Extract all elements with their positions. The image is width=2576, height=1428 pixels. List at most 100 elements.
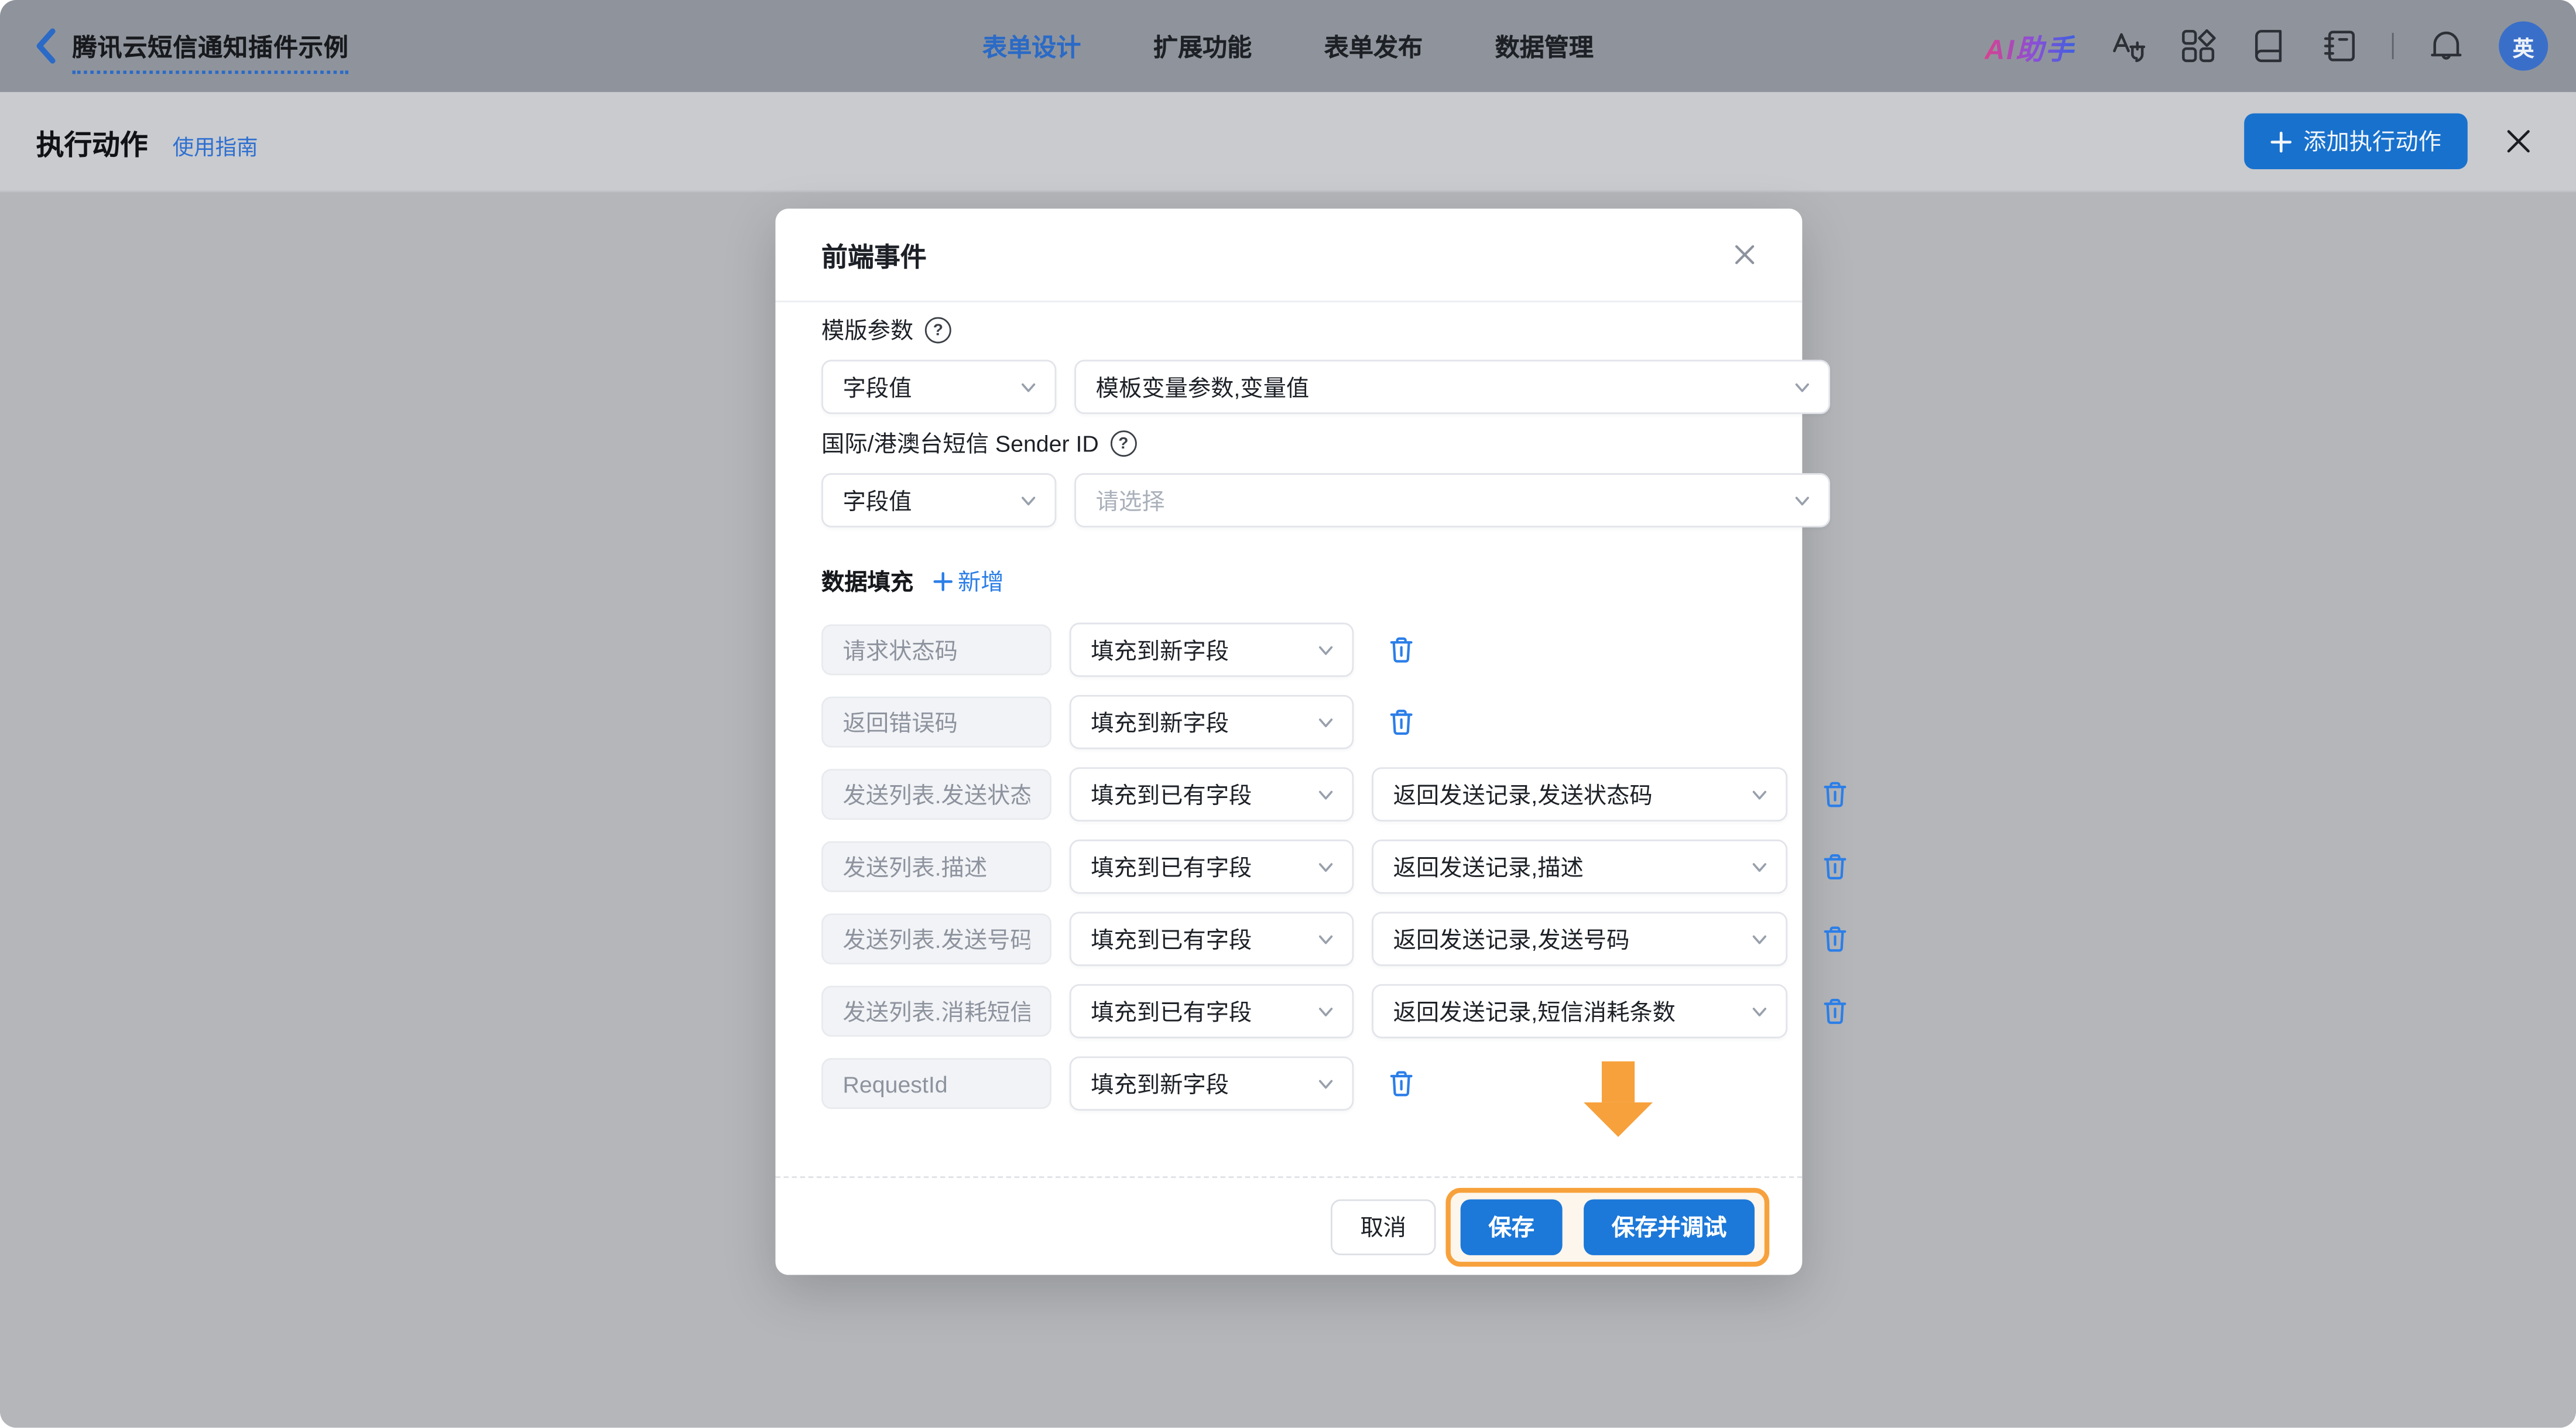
plus-icon (933, 572, 953, 592)
tab-4[interactable]: 数据管理 (1495, 29, 1594, 63)
fill-mode-select[interactable]: 填充到新字段 (1070, 695, 1354, 749)
modal-body: 模版参数 ? 字段值 模板变量参数,变量值 国际/港澳台短信 Sender ID (775, 302, 1802, 1128)
template-param-type-select[interactable]: 字段值 (821, 360, 1056, 415)
delete-row-icon[interactable] (1822, 997, 1848, 1025)
source-field-input[interactable] (821, 841, 1051, 892)
bell-icon[interactable] (2428, 28, 2464, 64)
chevron-down-icon (1316, 640, 1336, 660)
back-chevron-icon (33, 28, 57, 64)
delete-row-icon[interactable] (1388, 708, 1414, 736)
highlight-box: 保存 保存并调试 (1445, 1187, 1769, 1266)
tab-3[interactable]: 表单发布 (1324, 29, 1423, 63)
delete-row-icon[interactable] (1822, 852, 1848, 881)
data-fill-rows: 填充到新字段 填充到新字段 (821, 623, 1756, 1111)
sender-id-type-select[interactable]: 字段值 (821, 473, 1056, 528)
help-icon[interactable]: ? (1110, 430, 1136, 457)
fill-mode-select[interactable]: 填充到新字段 (1070, 623, 1354, 677)
fill-mode-select[interactable]: 填充到已有字段 (1070, 984, 1354, 1039)
action-toolbar: 执行动作 使用指南 添加执行动作 (0, 92, 2576, 192)
template-param-row: 字段值 模板变量参数,变量值 (821, 360, 1756, 415)
main-nav: 表单设计 扩展功能 表单发布 数据管理 (982, 0, 1594, 92)
translate-icon[interactable] (2109, 28, 2146, 64)
page-title[interactable]: 腾讯云短信通知插件示例 (72, 34, 348, 62)
chevron-down-icon (1316, 1001, 1336, 1021)
modal-footer: 取消 保存 保存并调试 (775, 1178, 1802, 1275)
chevron-down-icon (1316, 712, 1336, 732)
chevron-down-icon (1750, 1001, 1770, 1021)
data-fill-row: 填充到已有字段 返回发送记录,发送号码 (821, 912, 1756, 966)
chevron-down-icon (1019, 491, 1039, 511)
header-left: 腾讯云短信通知插件示例 (0, 19, 349, 73)
chevron-down-icon (1750, 857, 1770, 876)
source-field-input[interactable] (821, 697, 1051, 748)
template-param-value-select[interactable]: 模板变量参数,变量值 (1074, 360, 1830, 415)
data-fill-label: 数据填充 (821, 565, 913, 598)
chevron-down-icon (1792, 491, 1812, 511)
modal-title: 前端事件 (821, 235, 927, 274)
add-new-link[interactable]: 新增 (933, 565, 1004, 598)
data-fill-row: 填充到新字段 (821, 695, 1756, 749)
avatar[interactable]: 英 (2499, 21, 2548, 70)
ai-assistant-button[interactable]: AI助手 (1985, 25, 2075, 66)
sender-id-label: 国际/港澳台短信 Sender ID (821, 427, 1099, 460)
fill-mode-select[interactable]: 填充到已有字段 (1070, 912, 1354, 966)
guide-link[interactable]: 使用指南 (173, 129, 258, 160)
sender-id-value-select[interactable]: 请选择 (1074, 473, 1830, 528)
delete-row-icon[interactable] (1822, 780, 1848, 809)
top-header: 腾讯云短信通知插件示例 表单设计 扩展功能 表单发布 数据管理 AI助手 (0, 0, 2576, 92)
tab-1[interactable]: 表单设计 (982, 29, 1081, 63)
add-action-label: 添加执行动作 (2303, 125, 2441, 157)
cancel-button[interactable]: 取消 (1331, 1198, 1436, 1254)
app-frame: 腾讯云短信通知插件示例 表单设计 扩展功能 表单发布 数据管理 AI助手 (0, 0, 2576, 1428)
toolbar-left: 执行动作 使用指南 (0, 121, 258, 162)
delete-row-icon[interactable] (1388, 1070, 1414, 1098)
fill-mode-select[interactable]: 填充到已有字段 (1070, 840, 1354, 894)
fill-mode-select[interactable]: 填充到新字段 (1070, 1056, 1354, 1111)
data-fill-row: 填充到已有字段 返回发送记录,发送状态码 (821, 767, 1756, 821)
source-field-input[interactable] (821, 1058, 1051, 1109)
tab-2[interactable]: 扩展功能 (1153, 29, 1252, 63)
book-icon[interactable] (2250, 28, 2287, 64)
data-fill-row: 填充到已有字段 返回发送记录,短信消耗条数 (821, 984, 1756, 1039)
chevron-down-icon (1792, 377, 1812, 397)
source-field-input[interactable] (821, 624, 1051, 675)
close-panel-icon[interactable] (2505, 128, 2532, 155)
content-area: 前端事件 模版参数 ? 字段值 (0, 192, 2576, 1427)
data-fill-label-row: 数据填充 新增 (821, 567, 1756, 597)
data-fill-row: 填充到已有字段 返回发送记录,描述 (821, 840, 1756, 894)
header-right: AI助手 (1985, 21, 2576, 70)
source-field-input[interactable] (821, 913, 1051, 964)
delete-row-icon[interactable] (1822, 925, 1848, 953)
chevron-down-icon (1316, 929, 1336, 949)
toolbar-right: 添加执行动作 (2244, 114, 2576, 169)
fill-target-select[interactable]: 返回发送记录,描述 (1372, 840, 1787, 894)
save-button[interactable]: 保存 (1461, 1198, 1563, 1254)
fill-mode-select[interactable]: 填充到已有字段 (1070, 767, 1354, 821)
fill-target-select[interactable]: 返回发送记录,发送号码 (1372, 912, 1787, 966)
plus-icon (2270, 131, 2291, 152)
notebook-icon[interactable] (2321, 28, 2358, 64)
fill-target-select[interactable]: 返回发送记录,短信消耗条数 (1372, 984, 1787, 1039)
chevron-down-icon (1316, 1074, 1336, 1094)
template-param-label-row: 模版参数 ? (821, 316, 1756, 345)
apps-icon[interactable] (2180, 28, 2217, 64)
source-field-input[interactable] (821, 986, 1051, 1037)
app-window: 腾讯云短信通知插件示例 表单设计 扩展功能 表单发布 数据管理 AI助手 (0, 0, 2576, 1428)
sender-id-row: 字段值 请选择 (821, 473, 1756, 528)
help-icon[interactable]: ? (925, 317, 951, 344)
add-new-label: 新增 (958, 565, 1004, 598)
fill-target-select[interactable]: 返回发送记录,发送状态码 (1372, 767, 1787, 821)
modal-header: 前端事件 (775, 208, 1802, 302)
source-field-input[interactable] (821, 769, 1051, 820)
chevron-down-icon (1750, 929, 1770, 949)
panel-title: 执行动作 (36, 121, 148, 162)
page-title-wrap: 腾讯云短信通知插件示例 (72, 29, 348, 73)
frontend-event-modal: 前端事件 模版参数 ? 字段值 (775, 208, 1802, 1275)
chevron-down-icon (1750, 785, 1770, 804)
add-action-button[interactable]: 添加执行动作 (2244, 114, 2468, 169)
back-button[interactable] (33, 28, 57, 64)
save-and-debug-button[interactable]: 保存并调试 (1584, 1198, 1755, 1254)
chevron-down-icon (1316, 785, 1336, 804)
delete-row-icon[interactable] (1388, 636, 1414, 664)
close-modal-icon[interactable] (1733, 243, 1756, 266)
